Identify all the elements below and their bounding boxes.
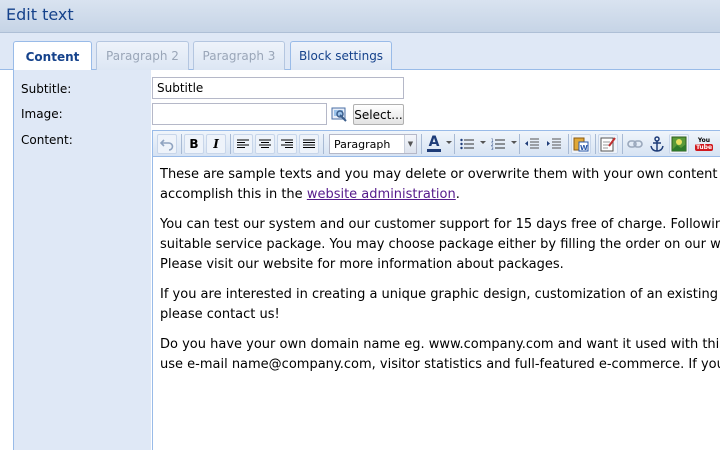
editor-toolbar: B I Paragraph ▼ A 1 2 3 W You Tube xyxy=(153,131,720,157)
content-paragraph-4: Do you have your own domain name eg. www… xyxy=(160,335,720,375)
italic-glyph: I xyxy=(213,137,219,151)
content-paragraph-3: If you are interested in creating a uniq… xyxy=(160,285,720,325)
toolbar-separator xyxy=(568,134,569,154)
image-label: Image: xyxy=(21,107,63,121)
numbered-list-icon[interactable]: 123 xyxy=(488,134,508,154)
link-icon[interactable] xyxy=(625,134,645,154)
tab-label: Paragraph 3 xyxy=(202,49,276,63)
paragraph-line: use e-mail name@company.com, visitor sta… xyxy=(160,357,720,372)
paragraph-line: If you are interested in creating a uniq… xyxy=(160,287,720,302)
window-title: Edit text xyxy=(6,5,74,24)
tab-label: Content xyxy=(25,49,80,64)
paragraph-line: Please visit our website for more inform… xyxy=(160,257,564,272)
paragraph-line: suitable service package. You may choose… xyxy=(160,237,720,252)
font-color-button[interactable]: A xyxy=(424,134,444,154)
toolbar-separator xyxy=(519,134,520,154)
toolbar-separator xyxy=(323,134,324,154)
editor-content-area[interactable]: These are sample texts and you may delet… xyxy=(153,157,720,450)
website-administration-link[interactable]: website administration xyxy=(307,187,456,202)
image-insert-icon[interactable] xyxy=(669,134,689,154)
paragraph-line: These are sample texts and you may delet… xyxy=(160,167,720,182)
font-color-glyph: A xyxy=(428,134,440,150)
numbered-list-dropdown-icon[interactable] xyxy=(511,141,517,144)
image-browse-icon[interactable] xyxy=(331,106,347,122)
paste-word-icon[interactable]: W xyxy=(571,134,591,154)
toolbar-separator xyxy=(595,134,596,154)
paragraph-line: Do you have your own domain name eg. www… xyxy=(160,337,720,352)
toolbar-separator xyxy=(421,134,422,154)
rich-text-editor: B I Paragraph ▼ A 1 2 3 W You Tube These… xyxy=(152,130,720,450)
toolbar-separator xyxy=(622,134,623,154)
select-button-label: Select... xyxy=(354,107,403,122)
select-image-button[interactable]: Select... xyxy=(353,104,404,125)
tab-label: Block settings xyxy=(298,49,384,63)
align-right-icon[interactable] xyxy=(277,134,297,154)
paragraph-text: accomplish this in the xyxy=(160,187,307,202)
italic-button[interactable]: I xyxy=(206,134,226,154)
tab-paragraph-2[interactable]: Paragraph 2 xyxy=(96,41,189,70)
window-titlebar: Edit text xyxy=(0,0,720,33)
youtube-logo: You Tube xyxy=(694,137,714,151)
toolbar-separator xyxy=(230,134,231,154)
align-center-icon[interactable] xyxy=(255,134,275,154)
undo-icon[interactable] xyxy=(157,134,177,154)
align-justify-icon[interactable] xyxy=(299,134,319,154)
font-color-dropdown-icon[interactable] xyxy=(446,141,452,144)
edit-source-icon[interactable] xyxy=(598,134,618,154)
paragraph-line: please contact us! xyxy=(160,307,280,322)
outdent-icon[interactable] xyxy=(522,134,542,154)
tab-strip: Content Paragraph 2 Paragraph 3 Block se… xyxy=(0,33,720,71)
font-color-swatch xyxy=(427,149,441,152)
tab-block-settings[interactable]: Block settings xyxy=(290,41,392,70)
bullet-list-dropdown-icon[interactable] xyxy=(480,141,486,144)
subtitle-label: Subtitle: xyxy=(21,82,72,96)
chevron-down-icon: ▼ xyxy=(404,135,416,153)
subtitle-input[interactable] xyxy=(152,77,404,99)
tab-content[interactable]: Content xyxy=(13,41,92,71)
tab-paragraph-3[interactable]: Paragraph 3 xyxy=(193,41,285,70)
svg-text:3: 3 xyxy=(491,146,494,150)
paragraph-text: . xyxy=(455,187,460,202)
toolbar-separator xyxy=(454,134,455,154)
bullet-list-icon[interactable] xyxy=(457,134,477,154)
indent-icon[interactable] xyxy=(544,134,564,154)
format-select[interactable]: Paragraph ▼ xyxy=(329,134,417,154)
anchor-icon[interactable] xyxy=(647,134,667,154)
content-paragraph-1: These are sample texts and you may delet… xyxy=(160,165,720,205)
align-left-icon[interactable] xyxy=(233,134,253,154)
format-select-value: Paragraph xyxy=(334,138,391,151)
content-form: Subtitle: Image: Select... Content: B I xyxy=(13,70,720,450)
bold-button[interactable]: B xyxy=(184,134,204,154)
image-input[interactable] xyxy=(152,103,327,125)
tab-label: Paragraph 2 xyxy=(106,49,179,63)
youtube-icon[interactable]: You Tube xyxy=(693,134,715,154)
content-label: Content: xyxy=(21,133,73,147)
paragraph-line: You can test our system and our customer… xyxy=(160,217,720,232)
bold-glyph: B xyxy=(189,137,199,151)
toolbar-separator xyxy=(181,134,182,154)
content-paragraph-2: You can test our system and our customer… xyxy=(160,215,720,275)
svg-text:W: W xyxy=(580,144,588,152)
label-column xyxy=(14,70,151,450)
